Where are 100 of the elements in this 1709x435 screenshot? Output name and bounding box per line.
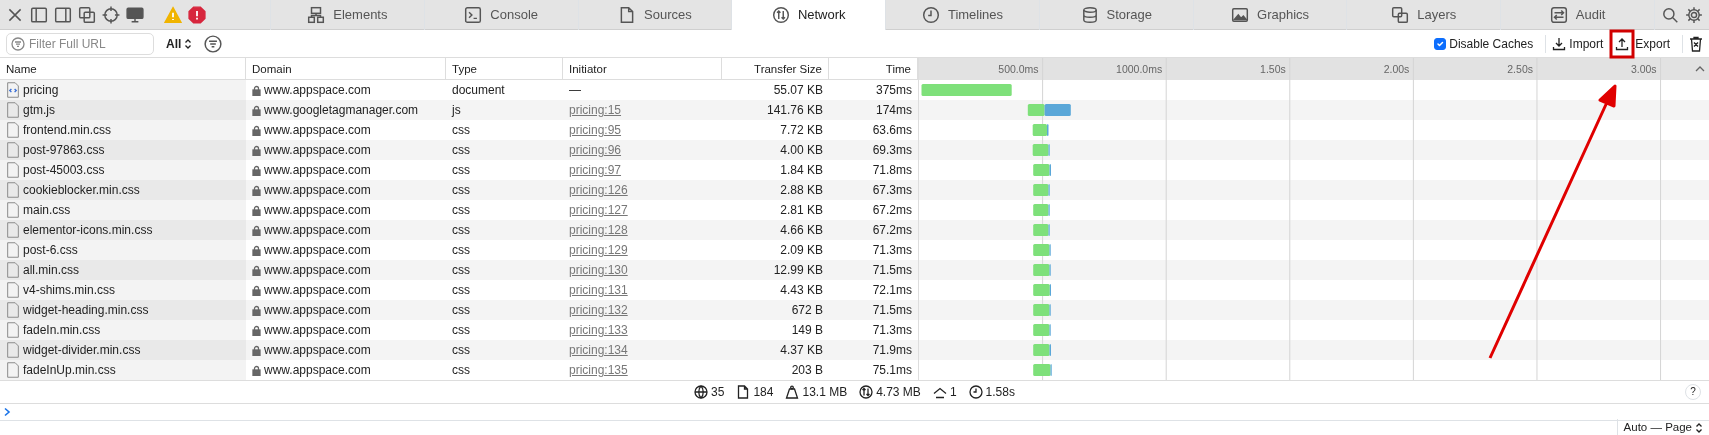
settings-icon[interactable]: [1685, 5, 1704, 24]
initiator-link[interactable]: pricing:129: [569, 243, 628, 257]
table-cell-text: www.appspace.com: [264, 182, 371, 199]
table-cell-text: www.appspace.com: [264, 162, 371, 179]
clock-icon: [921, 5, 940, 24]
table-cell-text: post-97863.css: [23, 142, 105, 159]
initiator-link[interactable]: pricing:134: [569, 343, 628, 357]
table-cell: css: [452, 323, 470, 337]
tab[interactable]: Network: [731, 0, 886, 30]
trash-icon[interactable]: [1689, 36, 1703, 53]
context-dropdown[interactable]: Auto — Page: [1616, 419, 1709, 435]
scope-dropdown[interactable]: All: [166, 34, 193, 53]
tab[interactable]: Elements: [270, 0, 424, 30]
lock-icon: [252, 344, 261, 356]
initiator-link[interactable]: pricing:130: [569, 263, 628, 277]
table-cell: 71.5ms: [872, 263, 912, 277]
table-cell-text: fadeInUp.min.css: [23, 362, 116, 379]
filter-field[interactable]: Filter Full URL: [6, 32, 154, 55]
collapse-caret-icon[interactable]: [1695, 66, 1705, 72]
table-cell: 2.81 KB: [780, 203, 823, 217]
table-cell: css: [452, 283, 470, 297]
initiator-link[interactable]: pricing:131: [569, 283, 628, 297]
status-text: 13.1 MB: [802, 384, 848, 401]
status-text: 35: [711, 384, 725, 401]
table-cell: 2.09 KB: [780, 243, 823, 257]
clock-icon: [968, 385, 983, 399]
checkbox[interactable]: [1434, 37, 1447, 50]
table-cell: 672 B: [791, 303, 823, 317]
table-cell: 4.00 KB: [780, 143, 823, 157]
column-header[interactable]: Type: [446, 58, 563, 80]
scale-label: 3.00s: [1630, 63, 1657, 75]
table-cell-text: www.appspace.com: [264, 122, 371, 139]
lock-icon: [252, 244, 261, 256]
column-header[interactable]: Transfer Size: [722, 58, 829, 80]
initiator-link[interactable]: pricing:127: [569, 203, 628, 217]
dock-right-icon[interactable]: [54, 5, 72, 24]
arrows-circle-icon: [859, 385, 874, 399]
initiator-link[interactable]: pricing:135: [569, 363, 628, 377]
initiator-link[interactable]: pricing:96: [569, 143, 622, 157]
table-cell: js: [452, 103, 461, 117]
initiator-link[interactable]: pricing:15: [569, 103, 622, 117]
table-cell-text: elementor-icons.min.css: [23, 222, 153, 239]
column-header[interactable]: Initiator: [563, 58, 722, 80]
lock-icon: [252, 124, 261, 136]
table-cell-text: widget-heading.min.css: [23, 302, 149, 319]
database-icon: [1080, 5, 1099, 24]
image-icon: [1231, 5, 1250, 24]
globe-icon: [694, 385, 709, 399]
column-header[interactable]: Domain: [246, 58, 446, 80]
crosshair-icon[interactable]: [102, 5, 120, 24]
dock-left-icon[interactable]: [30, 5, 48, 24]
file-icon: [6, 262, 20, 278]
tab[interactable]: Console: [423, 0, 578, 30]
tab[interactable]: Layers: [1346, 0, 1501, 30]
table-cell: 71.3ms: [872, 243, 912, 257]
filter-icon[interactable]: [204, 34, 223, 53]
initiator-link[interactable]: pricing:97: [569, 163, 622, 177]
updown-caret-icon: [184, 37, 193, 50]
file-icon: [6, 342, 20, 358]
layers-icon: [1391, 5, 1410, 24]
filter-icon: [11, 36, 25, 51]
scale-label: 500.0ms: [998, 63, 1039, 75]
table-cell: 67.2ms: [872, 223, 912, 237]
lock-icon: [252, 164, 261, 176]
initiator-link[interactable]: pricing:132: [569, 303, 628, 317]
initiator-link[interactable]: pricing:133: [569, 323, 628, 337]
table-cell: 203 B: [791, 363, 823, 377]
table-cell: css: [452, 343, 470, 357]
column-header[interactable]: Time: [829, 58, 918, 80]
tab[interactable]: Audit: [1500, 0, 1655, 30]
tab[interactable]: Graphics: [1192, 0, 1347, 30]
table-cell: 2.88 KB: [780, 183, 823, 197]
tab[interactable]: Timelines: [885, 0, 1039, 30]
initiator-link[interactable]: pricing:128: [569, 223, 628, 237]
windows-icon[interactable]: [78, 5, 96, 24]
file-icon: [736, 385, 751, 399]
swap-icon: [1549, 5, 1568, 24]
error-icon[interactable]: [188, 5, 206, 24]
table-cell-text: www.appspace.com: [264, 322, 371, 339]
lock-icon: [252, 264, 261, 276]
table-cell-text: www.appspace.com: [264, 282, 371, 299]
prompt-chevron-icon[interactable]: [3, 407, 11, 417]
file-icon: [6, 182, 20, 198]
table-cell: css: [452, 123, 470, 137]
updown-caret-icon: [1695, 422, 1703, 434]
table-cell-text: all.min.css: [23, 262, 79, 279]
roof-icon: [932, 385, 947, 399]
initiator-link[interactable]: pricing:95: [569, 123, 622, 137]
table-cell: 141.76 KB: [766, 103, 823, 117]
table-cell-text: www.appspace.com: [264, 242, 371, 259]
monitor-icon[interactable]: [126, 5, 144, 24]
tab[interactable]: Storage: [1038, 0, 1193, 30]
upload-icon: [1615, 36, 1630, 51]
arrows-circle-icon: [771, 5, 790, 24]
search-icon[interactable]: [1661, 5, 1680, 24]
initiator-link[interactable]: pricing:126: [569, 183, 628, 197]
table-cell: 55.07 KB: [773, 83, 823, 97]
export-button[interactable]: Export: [1615, 34, 1670, 53]
import-button[interactable]: Import: [1545, 34, 1604, 53]
table-cell-text: www.appspace.com: [264, 202, 371, 219]
